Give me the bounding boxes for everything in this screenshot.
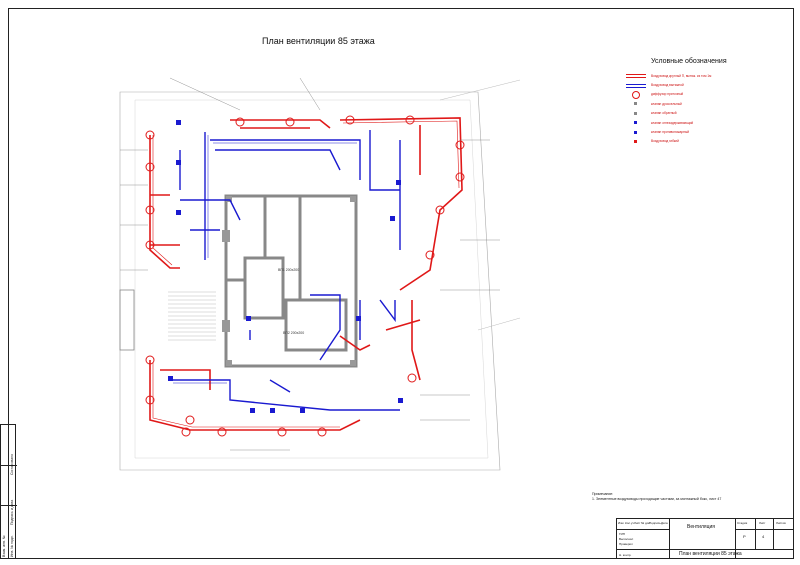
- notes-line: 1. Элементные воздуховоды проходящие час…: [592, 497, 722, 501]
- sheet-label: Лист: [759, 521, 766, 525]
- core-walls: [224, 194, 358, 368]
- legend-item: Воздуховод гибкий: [624, 137, 714, 146]
- blue-double-line-icon: [624, 82, 648, 89]
- callout-leaders: [120, 77, 500, 451]
- legend-item: клапан огнезадерживающий: [624, 118, 714, 127]
- notes: Примечание: 1. Элементные воздуховоды пр…: [592, 492, 721, 502]
- sheets-label: Листов: [776, 521, 786, 525]
- supply-ducts-secondary: [152, 120, 460, 428]
- check-valve-icon: [624, 110, 648, 117]
- legend: Условные обозначения Воздуховод круглый …: [624, 58, 727, 146]
- stair-hatching: [168, 291, 216, 341]
- sheet-value: 4: [762, 534, 765, 539]
- fire-damper-icon: [624, 119, 648, 126]
- sheet-title: План вентиляции 85 этажа: [679, 551, 742, 557]
- building-outline: [119, 91, 501, 471]
- role-label: Н. контр.: [619, 553, 632, 557]
- column-header: Лист: [634, 521, 641, 525]
- legend-item: Воздуховод круглый П, вытяж. из том 1м: [624, 71, 714, 80]
- room-label: ВП1 200х200: [278, 268, 300, 272]
- flexible-duct-icon: [624, 138, 648, 145]
- legend-item: Воздуховод вытяжной: [624, 80, 714, 89]
- legend-item: клапан противопожарный: [624, 127, 714, 136]
- column-header: Дата: [661, 521, 668, 525]
- section-name: Вентиляция: [687, 524, 715, 530]
- supply-diffusers: [145, 115, 465, 437]
- room-label: ВП2 200х200: [283, 331, 305, 335]
- diffuser-icon: [624, 90, 648, 99]
- column-header: Изм: [618, 521, 624, 525]
- stage-value: Р: [743, 534, 746, 539]
- fire-valve-icon: [624, 129, 648, 136]
- legend-item: клапан обратный: [624, 109, 714, 118]
- legend-item: клапан дроссельный: [624, 99, 714, 108]
- role-label: ГИП: [619, 532, 625, 536]
- role-label: Выполнил: [619, 537, 634, 541]
- legend-item: диффузор приточный: [624, 90, 714, 99]
- stage-label: Стадия: [737, 521, 748, 525]
- legend-title: Условные обозначения: [651, 58, 727, 65]
- title-block: Изм Кол.уч Лист № док Подпись Дата ГИП В…: [616, 518, 794, 559]
- column-header: Кол.уч: [625, 521, 634, 525]
- exhaust-grilles: [168, 120, 403, 413]
- role-label: Проверил: [619, 542, 633, 546]
- column-header: Подпись: [649, 521, 661, 525]
- damper-icon: [624, 100, 648, 107]
- red-double-line-icon: [624, 72, 648, 79]
